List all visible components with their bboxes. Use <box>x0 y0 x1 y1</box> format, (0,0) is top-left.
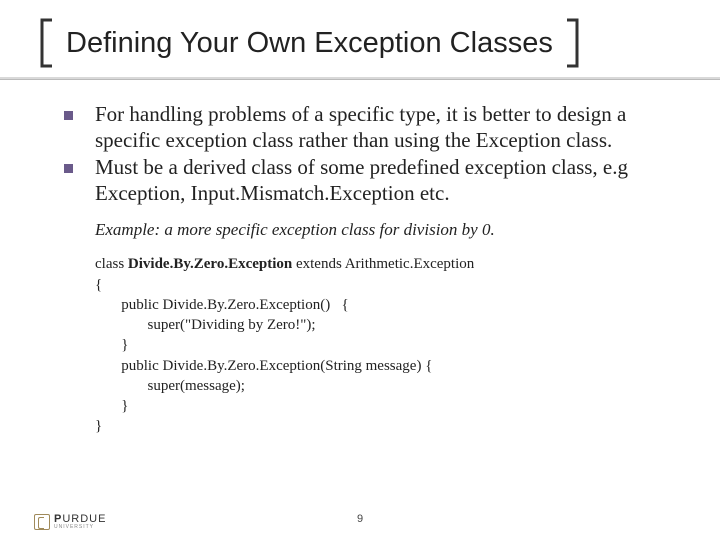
bracket-left-icon <box>38 18 56 68</box>
code-line: public Divide.By.Zero.Exception() { <box>95 297 349 313</box>
code-line: super(message); <box>95 378 245 394</box>
slide-title: Defining Your Own Exception Classes <box>56 27 563 60</box>
content: For handling problems of a specific type… <box>38 102 682 437</box>
title-row: Defining Your Own Exception Classes <box>38 18 682 68</box>
bullet-icon <box>64 111 73 120</box>
code-line: super("Dividing by Zero!"); <box>95 317 316 333</box>
code-line: class Divide.By.Zero.Exception extends A… <box>95 256 474 272</box>
page-number: 9 <box>357 513 363 525</box>
bullet-item: For handling problems of a specific type… <box>64 102 682 153</box>
code-line: public Divide.By.Zero.Exception(String m… <box>95 358 432 374</box>
logo-text-stack: PURDUE UNIVERSITY <box>54 513 106 530</box>
bullet-item: Must be a derived class of some predefin… <box>64 155 682 206</box>
code-block: class Divide.By.Zero.Exception extends A… <box>95 254 682 436</box>
code-line: } <box>95 337 128 353</box>
purdue-logo: PURDUE UNIVERSITY <box>34 513 106 530</box>
example-label: Example: a more specific exception class… <box>95 220 682 240</box>
logo-subtext: UNIVERSITY <box>54 524 106 530</box>
code-line: { <box>95 277 102 293</box>
bullet-icon <box>64 164 73 173</box>
bullet-text: Must be a derived class of some predefin… <box>95 155 682 206</box>
code-line: } <box>95 398 128 414</box>
bullet-text: For handling problems of a specific type… <box>95 102 682 153</box>
slide: Defining Your Own Exception Classes For … <box>0 0 720 540</box>
bracket-right-icon <box>563 18 581 68</box>
logo-mark-icon <box>34 514 50 530</box>
code-line: } <box>95 418 102 434</box>
divider <box>0 77 720 80</box>
